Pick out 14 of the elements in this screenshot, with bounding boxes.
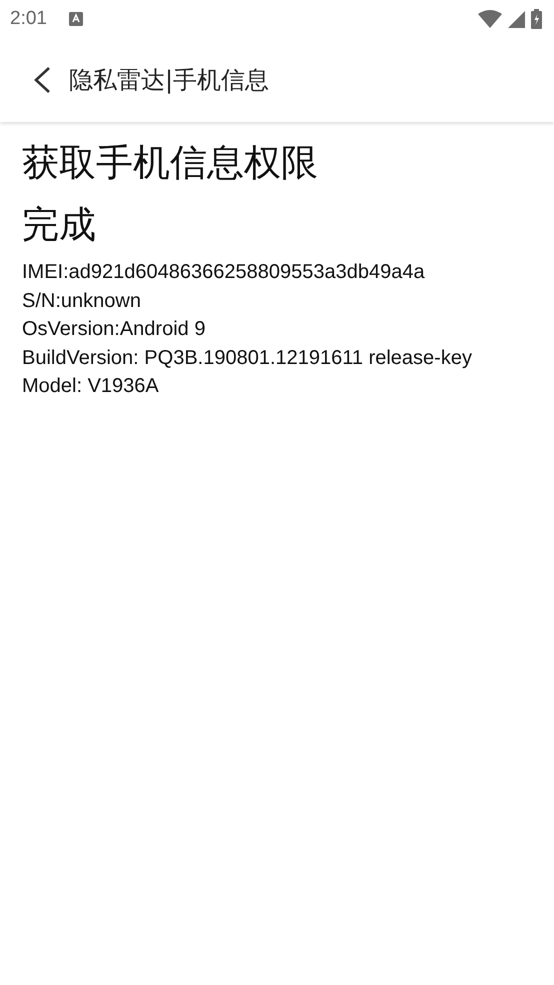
signal-icon: [508, 10, 525, 28]
info-line: OsVersion:Android 9: [22, 317, 206, 342]
battery-icon: [531, 9, 542, 29]
page-title: 隐私雷达|手机信息: [69, 65, 270, 96]
heading-text: 完成: [22, 202, 97, 248]
status-time: 2:01: [10, 8, 47, 30]
keyboard-notification-icon: [68, 12, 83, 26]
info-line: S/N:unknown: [22, 288, 142, 314]
wifi-icon: [478, 10, 502, 28]
info-line: IMEI:ad921d60486366258809553a3db49a4a: [22, 260, 426, 285]
back-icon[interactable]: [33, 66, 51, 94]
heading-text: 获取手机信息权限: [22, 140, 319, 186]
info-line: Model: V1936A: [22, 374, 160, 399]
info-line: BuildVersion: PQ3B.190801.12191611 release-key: [22, 346, 473, 370]
